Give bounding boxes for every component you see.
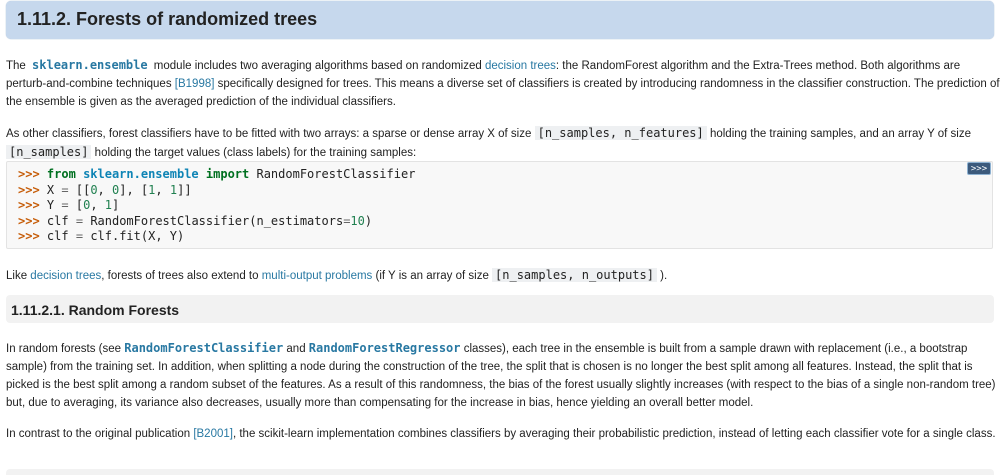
module-name: sklearn.ensemble: [83, 167, 199, 181]
decision-trees-link[interactable]: decision trees: [30, 270, 101, 282]
operator: =: [75, 213, 84, 228]
random-forests-paragraph: In random forests (see RandomForestClass…: [6, 339, 1001, 412]
prompt: >>>: [18, 229, 40, 243]
identifier: clf: [46, 213, 69, 228]
text: As other classifiers, forest classifiers…: [6, 128, 535, 140]
text: In contrast to the original publication: [6, 428, 194, 440]
inline-code: [n_samples, n_features]: [534, 126, 707, 140]
random-forest-classifier-link[interactable]: RandomForestClassifier: [124, 341, 283, 355]
identifier: X: [46, 182, 55, 197]
subsection-heading: 1.11.2.1. Random Forests: [6, 295, 994, 323]
operator: =: [61, 182, 69, 197]
identifier: Y: [46, 198, 55, 212]
text: ).: [656, 270, 668, 282]
prompt: >>>: [18, 198, 40, 212]
intro-paragraph: The sklearn.ensemble module includes two…: [6, 56, 1001, 111]
operator: =: [61, 198, 69, 212]
inline-code: [n_samples, n_outputs]: [492, 268, 657, 282]
prompt: >>>: [18, 213, 40, 228]
text: module includes two averaging algorithms…: [150, 60, 485, 72]
text: The: [6, 60, 30, 72]
text: In random forests (see: [6, 343, 125, 355]
text: holding the target values (class labels)…: [91, 147, 417, 159]
punct: ]]: [177, 182, 192, 197]
section-heading: 1.11.2. Forests of randomized trees: [6, 1, 994, 39]
operator: =: [75, 229, 84, 243]
random-forest-regressor-link[interactable]: RandomForestRegressor: [309, 341, 461, 355]
decision-trees-link[interactable]: decision trees: [485, 60, 556, 72]
next-section-heading-edge: [6, 469, 994, 475]
inline-code: [n_samples]: [6, 145, 92, 159]
multi-output-problems-link[interactable]: multi-output problems: [262, 270, 373, 282]
punct: ],: [119, 182, 134, 197]
number: 0: [90, 182, 98, 197]
number: 1: [104, 198, 113, 212]
punct: ,: [155, 182, 163, 197]
keyword: from: [46, 167, 76, 181]
publication-paragraph: In contrast to the original publication …: [6, 425, 1001, 443]
multi-output-paragraph: Like decision trees, forests of trees al…: [6, 266, 1001, 285]
citation-b2001-link[interactable]: [B2001]: [193, 428, 233, 440]
text: Like: [6, 270, 31, 282]
text: , the scikit-learn implementation combin…: [232, 428, 996, 440]
code-example: >>> >>> from sklearn.ensemble import Ran…: [6, 161, 993, 249]
identifier: clf: [46, 229, 69, 243]
code-block: >>> from sklearn.ensemble import RandomF…: [18, 167, 415, 245]
section-title: 1.11.2. Forests of randomized trees: [17, 9, 318, 29]
punct: [[: [75, 182, 91, 197]
punct: ): [364, 213, 373, 228]
text: (if Y is an array of size: [372, 270, 493, 282]
punct: ]: [112, 198, 120, 212]
keyword: import: [205, 167, 250, 181]
fit-paragraph: As other classifiers, forest classifiers…: [6, 124, 1001, 162]
number: 10: [350, 213, 365, 228]
identifier: clf.fit(X, Y): [90, 229, 185, 243]
text: and: [283, 343, 309, 355]
prompt: >>>: [18, 182, 40, 197]
prompt: >>>: [18, 167, 40, 181]
punct: ,: [90, 198, 98, 212]
toggle-prompt-button[interactable]: >>>: [967, 162, 991, 175]
identifier: RandomForestClassifier: [256, 167, 416, 181]
citation-b1998-link[interactable]: [B1998]: [175, 78, 215, 90]
text: , forests of trees also extend to: [101, 270, 262, 282]
text: holding the training samples, and an arr…: [706, 128, 972, 140]
module-link[interactable]: sklearn.ensemble: [29, 58, 151, 72]
punct: [: [75, 198, 84, 212]
punct: ,: [97, 182, 105, 197]
identifier: RandomForestClassifier(n_estimators: [90, 213, 344, 228]
subsection-title: 1.11.2.1. Random Forests: [11, 302, 180, 318]
